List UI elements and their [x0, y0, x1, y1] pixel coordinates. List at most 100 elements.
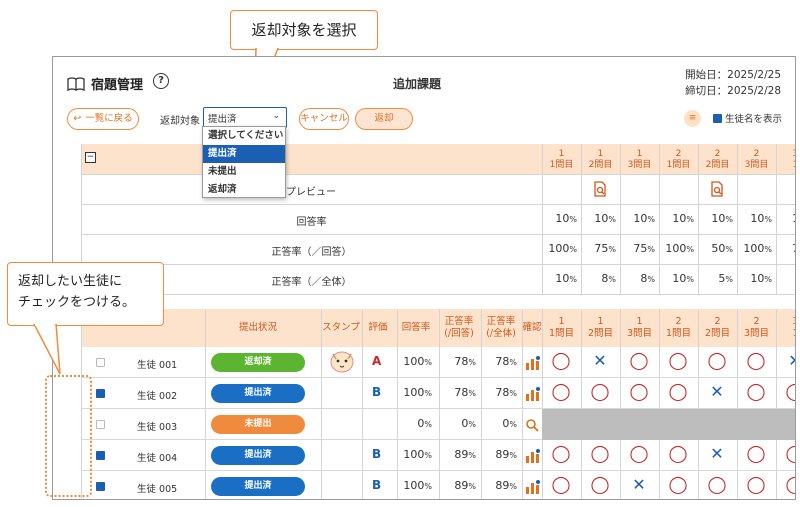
correct-mark: ◯ [783, 475, 795, 495]
pct-suffix: % [686, 245, 694, 254]
summary-value: 8% [620, 272, 655, 285]
pct-suffix: % [509, 451, 517, 460]
status-header: 提出状況 [238, 322, 277, 333]
value-number: 100 [403, 355, 425, 368]
checkbox-highlight [45, 375, 92, 497]
dates: 開始日：2025/2/25 締切日：2025/2/28 [685, 67, 781, 99]
pct-suffix: % [647, 275, 655, 284]
pct-suffix: % [686, 275, 694, 284]
return-target-label: 返却対象 [160, 116, 200, 127]
return-arrow-icon: ↩ [73, 113, 82, 124]
checkbox-checked[interactable] [96, 389, 105, 398]
correct-mark: ◯ [746, 351, 766, 371]
checkbox-unchecked[interactable] [96, 420, 105, 429]
header-line: (/全体) [486, 328, 516, 339]
summary-value: 10% [737, 272, 772, 285]
value-number: 75 [633, 242, 648, 255]
checkbox-checked[interactable] [96, 482, 105, 491]
value-number: 10 [633, 212, 648, 225]
status-badge: 提出済 [211, 384, 305, 403]
correct-mark: ◯ [590, 382, 610, 402]
rate-value: 0% [481, 417, 517, 430]
value-number: 100 [403, 448, 425, 461]
bar-chart-icon[interactable] [525, 448, 541, 467]
rate-value: 89% [481, 479, 517, 492]
question-group: 1 [597, 316, 604, 327]
summary-value: 100% [659, 242, 694, 255]
preview-icon[interactable] [592, 181, 608, 201]
pct-suffix: % [608, 215, 616, 224]
pct-suffix: % [468, 358, 476, 367]
rate-value: 78% [439, 386, 476, 399]
rate-value: 100% [397, 386, 432, 399]
checkbox-unchecked[interactable] [96, 358, 105, 367]
question-label: 1問目 [666, 160, 691, 170]
summary-table: − 11問目12問目13問目21問目22問目23問目31プレビュー回答率10%1… [81, 144, 795, 295]
rate-value: 100% [397, 448, 432, 461]
correct-mark: ◯ [551, 351, 571, 371]
row-divider [81, 204, 795, 205]
pct-suffix: % [764, 275, 772, 284]
checkbox-checked-icon[interactable] [713, 114, 722, 123]
cancel-button[interactable]: キャンセル [299, 108, 349, 130]
correct-mark: ◯ [668, 382, 688, 402]
value-number: 100 [403, 479, 425, 492]
correct-mark: ◯ [551, 444, 571, 464]
summary-value: 10% [737, 212, 772, 225]
return-button[interactable]: 返却 [355, 108, 413, 130]
pct-suffix: % [468, 451, 476, 460]
preview-icon[interactable] [709, 181, 725, 201]
menu-icon[interactable]: ≡ [684, 110, 701, 127]
correct-mark: ◯ [746, 444, 766, 464]
summary-value: 75% [620, 242, 655, 255]
summary-value: 100% [737, 242, 772, 255]
dropdown-option[interactable]: 未提出 [203, 163, 285, 181]
question-group: 3 [776, 316, 795, 328]
question-label: 3問目 [626, 328, 653, 339]
bar-chart-icon[interactable] [525, 355, 541, 374]
collapse-icon[interactable]: − [85, 152, 96, 163]
rate-value: 89% [439, 448, 476, 461]
question-header: 1 1問目 [542, 316, 581, 340]
show-names-toggle[interactable]: 生徒名を表示 [713, 111, 782, 125]
bar-chart-icon[interactable] [525, 479, 541, 498]
pct-suffix: % [424, 482, 432, 491]
question-header: 1 3問目 [620, 316, 659, 340]
pct-suffix: % [608, 275, 616, 284]
question-label: 2問目 [588, 160, 613, 170]
summary-value: 1(% [776, 212, 795, 225]
summary-value: 10% [698, 212, 733, 225]
value-number: 100 [665, 242, 687, 255]
summary-value: 10% [581, 212, 616, 225]
incorrect-mark: ✕ [710, 382, 724, 401]
pct-suffix: % [509, 358, 517, 367]
pct-suffix: % [569, 215, 577, 224]
question-group: 1 [636, 316, 643, 327]
dropdown-option[interactable]: 返却済 [203, 181, 285, 199]
value-number: 10 [594, 212, 609, 225]
end-date: 締切日：2025/2/28 [685, 85, 781, 97]
pct-suffix: % [647, 245, 655, 254]
summary-value: 10% [659, 272, 694, 285]
magnifier-icon[interactable] [525, 417, 539, 436]
summary-value: 10% [542, 272, 577, 285]
dropdown-option[interactable]: 提出済 [203, 145, 285, 163]
question-group: 1 [636, 149, 643, 159]
correct-mark: ◯ [783, 444, 795, 464]
help-icon[interactable]: ? [153, 73, 169, 89]
checkbox-checked[interactable] [96, 451, 105, 460]
grade-header: 評価 [368, 322, 388, 333]
student-name: 生徒 001 [137, 360, 178, 371]
question-label: 2問目 [704, 328, 731, 339]
bar-chart-icon[interactable] [525, 386, 541, 405]
summary-value: 8% [776, 272, 795, 285]
question-group: 2 [753, 149, 760, 159]
dropdown-option[interactable]: 選択してください [203, 127, 285, 145]
pct-suffix: % [725, 215, 733, 224]
back-to-list-button[interactable]: ↩ 一覧に戻る [67, 108, 139, 130]
correct-mark: ◯ [783, 382, 795, 402]
return-target-select[interactable]: 提出済 ⌄ [203, 107, 287, 128]
status-badge: 提出済 [211, 477, 305, 496]
question-header: 31 [776, 316, 795, 340]
value-number: 78 [495, 386, 510, 399]
